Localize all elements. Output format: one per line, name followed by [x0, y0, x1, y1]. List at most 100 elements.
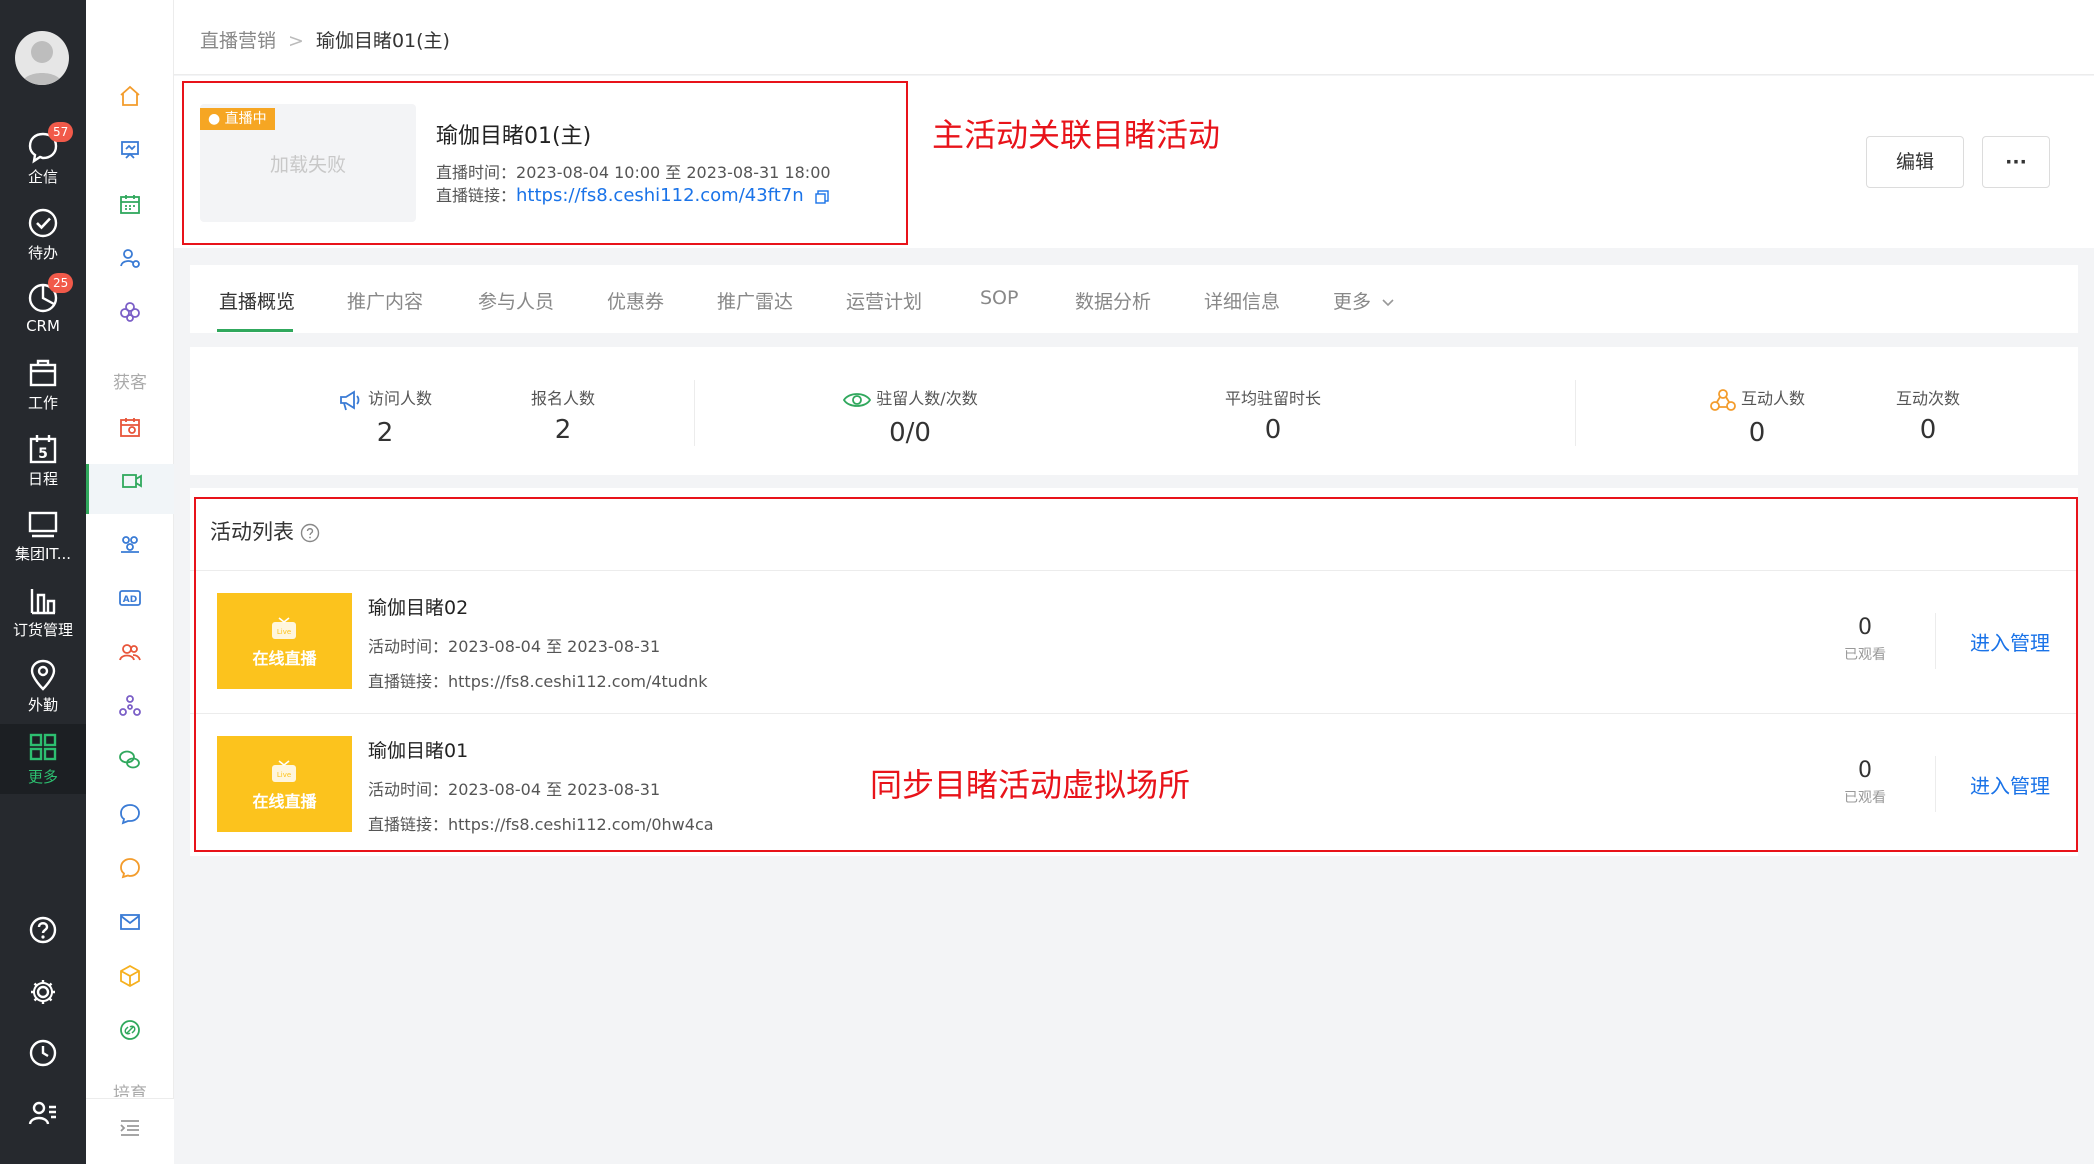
main-nav: 57 企信 待办 25 CRM 工作 5 日程 集团IT... 订货管理 外勤 … [0, 0, 86, 1164]
collapse-menu-icon[interactable] [119, 1117, 141, 1139]
stat-divider [694, 380, 695, 446]
subnav-presentation[interactable] [86, 138, 174, 178]
nav-item-label: 日程 [27, 470, 58, 488]
mail-icon [120, 914, 140, 930]
wechat-icon [119, 750, 140, 769]
nav-item-todo[interactable]: 待办 [0, 200, 86, 270]
check-circle-icon [28, 208, 58, 238]
video-camera-icon [121, 474, 142, 488]
more-actions-button[interactable]: ··· [1982, 136, 2050, 188]
breadcrumb-parent[interactable]: 直播营销 [200, 30, 276, 52]
breadcrumb-separator: > [288, 30, 304, 52]
subnav-mail[interactable] [86, 910, 174, 950]
subnav-red-calendar[interactable] [86, 415, 174, 455]
nav-item-group-it[interactable]: 集团IT... [0, 501, 86, 571]
settings-button[interactable] [0, 977, 86, 1017]
cube-icon [120, 964, 140, 988]
stat-value: 0 [1919, 415, 1937, 445]
stat-value: 0 [1748, 417, 1766, 448]
subnav-network[interactable] [86, 694, 174, 734]
subnav-team[interactable] [86, 532, 174, 572]
flower-icon [120, 302, 140, 322]
eye-icon [843, 392, 872, 407]
chat-search-icon [120, 804, 140, 825]
nav-item-orders[interactable]: 订货管理 [0, 577, 86, 647]
subnav-live[interactable] [86, 464, 174, 514]
nav-item-label: 订货管理 [12, 621, 73, 639]
monitor-icon [28, 511, 58, 538]
stat-divider [1575, 380, 1576, 446]
subnav-message[interactable] [86, 856, 174, 896]
tab-coupons[interactable]: 优惠券 [607, 287, 664, 314]
calendar-day: 5 [38, 446, 48, 462]
subnav-calendar[interactable] [86, 192, 174, 232]
nav-item-label: 待办 [27, 244, 58, 262]
active-tab-indicator [217, 329, 293, 332]
calendar-icon: 5 [29, 435, 57, 464]
subnav-user-settings[interactable] [86, 246, 174, 286]
tab-data-analysis[interactable]: 数据分析 [1075, 287, 1151, 314]
tab-bar: 直播概览 推广内容 参与人员 优惠券 推广雷达 运营计划 SOP 数据分析 详细… [190, 265, 2078, 333]
link-circle-icon [120, 1020, 140, 1040]
ad-icon: AD [119, 590, 141, 606]
subnav-link[interactable] [86, 1018, 174, 1058]
edit-button[interactable]: 编辑 [1866, 136, 1964, 188]
user-avatar[interactable] [15, 31, 69, 85]
nav-item-label: 集团IT... [14, 545, 72, 563]
subnav-chat-search[interactable] [86, 802, 174, 842]
subnav-wechat[interactable] [86, 748, 174, 788]
presentation-icon [121, 141, 139, 159]
subnav-users[interactable] [86, 640, 174, 680]
subnav-ad[interactable]: AD [86, 586, 174, 626]
stat-visitors: 访问人数 2 [310, 385, 460, 448]
avatar-icon [21, 41, 63, 85]
nav-item-field[interactable]: 外勤 [0, 652, 86, 722]
annotation-sync-venue: 同步目睹活动虚拟场所 [870, 766, 1191, 804]
stat-value: 2 [376, 417, 394, 448]
tab-sop[interactable]: SOP [980, 287, 1018, 309]
nav-item-label: 企信 [27, 168, 58, 186]
tab-participants[interactable]: 参与人员 [478, 287, 554, 314]
subnav-cube[interactable] [86, 964, 174, 1004]
clock-icon [29, 1039, 57, 1067]
stats-panel: 访问人数 2 报名人数 2 驻留人数/次数 0/0 平均驻留时长 0 互动人数 … [190, 347, 2078, 475]
subnav-flower[interactable] [86, 300, 174, 340]
breadcrumb: 直播营销 > 瑜伽目睹01(主) [200, 26, 450, 53]
annotation-main-activity: 主活动关联目睹活动 [932, 116, 1221, 154]
breadcrumb-bar: 直播营销 > 瑜伽目睹01(主) [174, 0, 2094, 75]
help-icon [29, 916, 57, 944]
unread-badge: 57 [48, 122, 74, 142]
nav-item-label: 工作 [27, 394, 58, 412]
message-circle-icon [120, 858, 140, 879]
home-icon [120, 85, 140, 106]
profile-button[interactable] [0, 1098, 86, 1138]
tab-promo-radar[interactable]: 推广雷达 [717, 287, 793, 314]
breadcrumb-current: 瑜伽目睹01(主) [315, 30, 450, 52]
stat-value: 2 [554, 415, 572, 445]
help-button[interactable] [0, 915, 86, 955]
stat-stay-count: 驻留人数/次数 0/0 [810, 385, 1010, 448]
history-button[interactable] [0, 1038, 86, 1078]
nav-item-schedule[interactable]: 5 日程 [0, 426, 86, 496]
tab-details[interactable]: 详细信息 [1204, 287, 1280, 314]
stat-avg-stay: 平均驻留时长 0 [1198, 385, 1348, 445]
nav-item-more[interactable]: 更多 [0, 724, 86, 794]
svg-text:AD: AD [123, 595, 137, 605]
nav-item-label: CRM [26, 317, 60, 335]
stat-interactors: 互动人数 0 [1697, 385, 1817, 448]
tab-promo-content[interactable]: 推广内容 [347, 287, 423, 314]
bar-chart-icon [30, 589, 56, 615]
subnav-home[interactable] [86, 84, 174, 124]
gear-icon [31, 980, 55, 1004]
nav-item-qixin[interactable]: 57 企信 [0, 122, 86, 194]
tab-more[interactable]: 更多 [1333, 287, 1395, 314]
tab-overview[interactable]: 直播概览 [219, 287, 295, 314]
stat-label: 平均驻留时长 [1224, 389, 1321, 408]
grid-apps-icon [29, 733, 57, 761]
location-pin-icon [30, 659, 56, 691]
nav-item-crm[interactable]: 25 CRM [0, 273, 86, 345]
stat-registrations: 报名人数 2 [503, 385, 623, 445]
nav-item-work[interactable]: 工作 [0, 350, 86, 420]
tab-ops-plan[interactable]: 运营计划 [846, 287, 922, 314]
subnav-collapse-bar [86, 1098, 174, 1164]
